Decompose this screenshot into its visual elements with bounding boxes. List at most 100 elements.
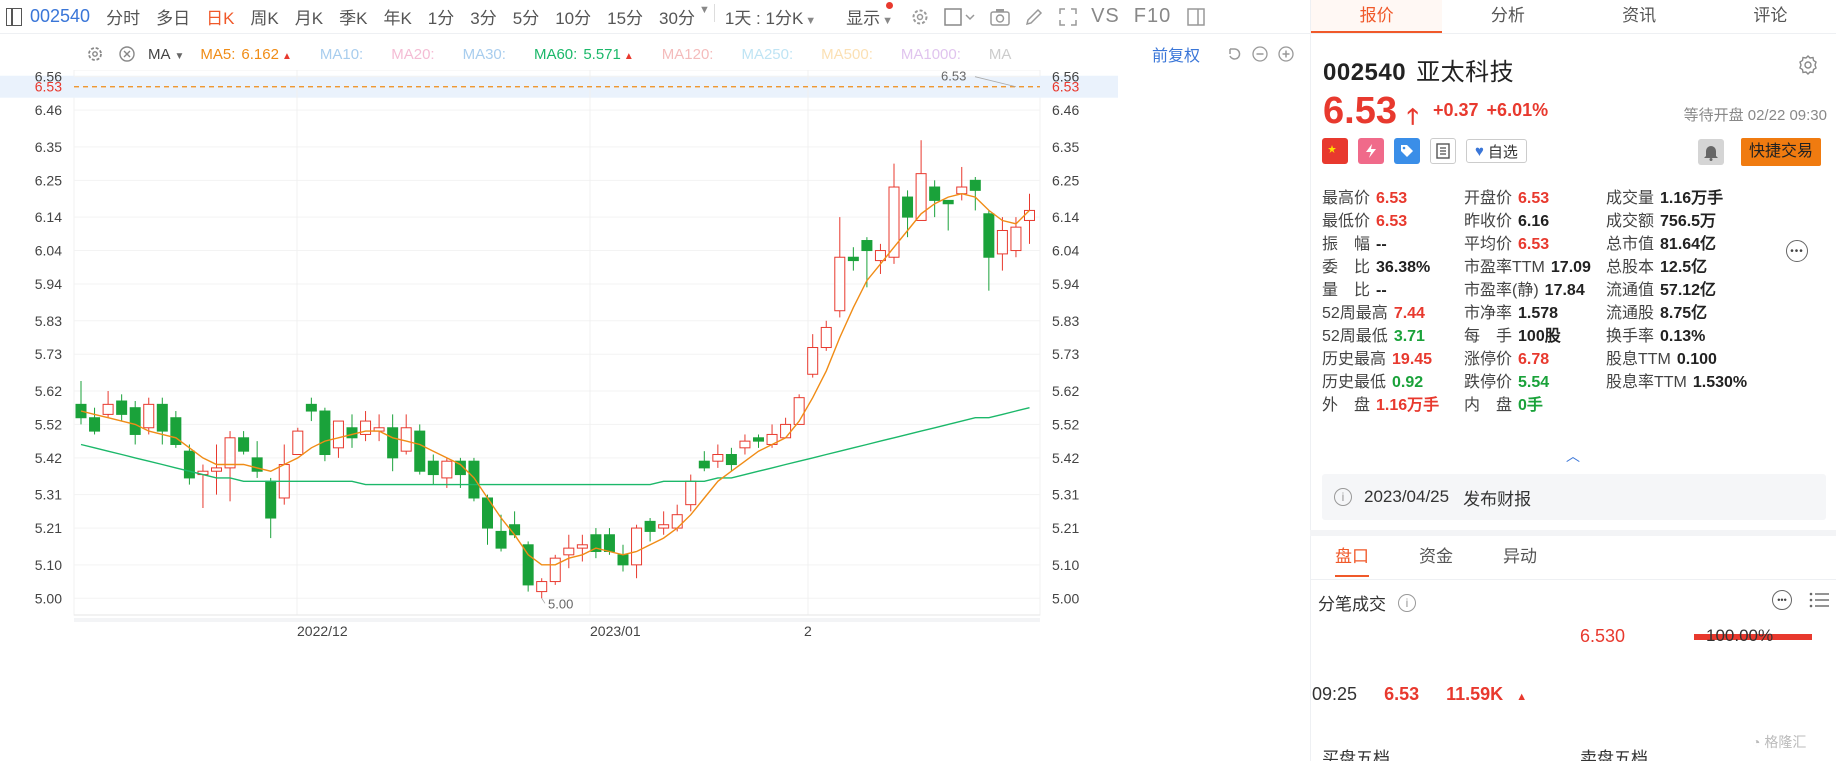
period-tab-1[interactable]: 多日 — [156, 4, 190, 29]
camera-icon[interactable] — [989, 6, 1011, 28]
more-options-icon[interactable]: ••• — [1772, 590, 1792, 610]
stat-value: 57.12亿 — [1660, 282, 1717, 299]
stat-label: 52周最高 — [1322, 305, 1388, 322]
bell-icon[interactable] — [1698, 139, 1724, 165]
ma-item-6[interactable]: MA250: — [741, 46, 793, 63]
ma-item-4[interactable]: MA60: 5.571 ▲ — [534, 46, 634, 63]
stat-item: 市盈率(静) 17.84 — [1464, 276, 1585, 300]
fast-trade-button[interactable]: 快捷交易 — [1741, 138, 1822, 166]
stat-item: 委 比 36.38% — [1322, 253, 1430, 277]
ma-select[interactable]: MA ▼ — [148, 46, 184, 63]
tag-icon[interactable] — [1394, 138, 1420, 164]
candle-body — [671, 514, 683, 529]
ma-item-8[interactable]: MA1000: — [901, 46, 961, 63]
period-tab-10[interactable]: 10分 — [555, 4, 591, 29]
y-tick-label: 5.52 — [35, 416, 62, 432]
collapse-caret-icon[interactable]: ︿ — [1566, 446, 1580, 466]
candle-body — [387, 427, 399, 459]
square-select-icon[interactable] — [943, 6, 977, 28]
more-options-icon[interactable]: ••• — [1786, 240, 1808, 262]
stat-label: 每 手 — [1464, 328, 1513, 345]
earnings-report-notice[interactable]: i 2023/04/25 发布财报 — [1322, 474, 1826, 520]
candle-body — [129, 407, 141, 435]
candle-body — [292, 430, 304, 456]
period-tab-11[interactable]: 15分 — [607, 4, 643, 29]
period-tab-12[interactable]: 30分 — [659, 4, 695, 29]
ma-item-1[interactable]: MA10: — [320, 46, 363, 63]
y-tick-label-right: 5.62 — [1052, 383, 1079, 399]
candle-body — [969, 179, 981, 191]
ma-item-2[interactable]: MA20: — [391, 46, 434, 63]
ma-item-3[interactable]: MA30: — [463, 46, 506, 63]
stock-code-link[interactable]: 002540 — [30, 6, 90, 27]
fullscreen-icon[interactable] — [1057, 6, 1079, 28]
note-icon[interactable] — [1430, 138, 1456, 164]
stat-label: 内 盘 — [1464, 397, 1513, 414]
ma-item-0[interactable]: MA5: 6.162 ▲ — [200, 46, 291, 63]
ma-settings-icon[interactable] — [84, 43, 106, 65]
period-tab-4[interactable]: 月K — [295, 4, 323, 29]
settings-gear-icon[interactable] — [909, 6, 931, 28]
stat-label: 流通值 — [1606, 282, 1655, 299]
gear-icon[interactable] — [1797, 54, 1819, 76]
period-tab-3[interactable]: 周K — [250, 4, 278, 29]
stock-title: 002540 亚太科技 — [1323, 52, 1827, 87]
period-tab-0[interactable]: 分时 — [106, 4, 140, 29]
sidebar-toggle-icon[interactable] — [6, 7, 22, 26]
range-select[interactable]: 1天 : 1分K ▼ — [725, 4, 816, 29]
arrow-up-icon: 🡑 — [1407, 104, 1419, 129]
vs-compare-button[interactable]: VS — [1091, 5, 1120, 28]
period-tab-6[interactable]: 年K — [383, 4, 411, 29]
lightning-icon[interactable] — [1358, 138, 1384, 164]
stat-item: 市盈率TTM 17.09 — [1464, 253, 1591, 277]
stat-value: 1.530% — [1692, 374, 1748, 391]
candle-body — [89, 417, 101, 432]
chevron-down-icon[interactable]: ▼ — [699, 4, 710, 29]
subtab-0[interactable]: 盘口 — [1310, 536, 1394, 579]
tab-2[interactable]: 资讯 — [1574, 0, 1705, 33]
zoom-in-icon[interactable] — [1276, 44, 1296, 64]
buy-five-label: 买盘五档 — [1322, 749, 1390, 761]
f10-button[interactable]: F10 — [1134, 5, 1171, 28]
china-flag-icon[interactable] — [1322, 138, 1348, 164]
ma-select-label: MA — [148, 45, 171, 63]
undo-icon[interactable] — [1224, 44, 1244, 64]
subtab-2[interactable]: 异动 — [1478, 536, 1562, 579]
ma-item-7[interactable]: MA500: — [821, 46, 873, 63]
zoom-out-icon[interactable] — [1250, 44, 1270, 64]
subtab-label: 资金 — [1419, 547, 1453, 566]
chevron-down-icon: ▼ — [805, 15, 817, 27]
panel-toggle-icon[interactable] — [1185, 6, 1207, 28]
add-watchlist-button[interactable]: ♥ 自选 — [1466, 139, 1527, 163]
tab-0[interactable]: 报价 — [1311, 0, 1443, 33]
period-tab-7[interactable]: 1分 — [428, 4, 454, 29]
stat-value: 12.5亿 — [1660, 259, 1708, 276]
ma-close-icon[interactable] — [116, 43, 138, 65]
ma-item-9[interactable]: MA — [989, 46, 1012, 63]
ma-item-5[interactable]: MA120: — [662, 46, 714, 63]
pencil-icon[interactable] — [1023, 6, 1045, 28]
change-amount: +0.37 — [1433, 100, 1479, 120]
y-tick-label: 5.73 — [35, 346, 62, 362]
tab-1[interactable]: 分析 — [1442, 0, 1573, 33]
tick-row-price: 6.53 — [1384, 684, 1420, 704]
y-tick-label-right: 5.00 — [1052, 590, 1079, 606]
period-tab-5[interactable]: 季K — [339, 4, 367, 29]
period-tab-9[interactable]: 5分 — [513, 4, 539, 29]
stat-label: 振 幅 — [1322, 236, 1371, 253]
subtab-1[interactable]: 资金 — [1394, 536, 1478, 579]
stat-item: 总市值 81.64亿 — [1606, 230, 1716, 254]
stat-value: 756.5万 — [1660, 213, 1717, 230]
stat-value: 81.64亿 — [1660, 236, 1717, 253]
tab-3[interactable]: 评论 — [1705, 0, 1836, 33]
y-tick-label: 5.94 — [35, 276, 62, 292]
candle-body — [685, 480, 697, 506]
candle-body — [780, 423, 792, 439]
period-tab-2[interactable]: 日K — [206, 4, 234, 29]
candlestick-chart[interactable]: 6.56 6.566.53 6.536.46 6.466.35 6.356.25 6.25… — [0, 70, 1310, 761]
adjust-mode-button[interactable]: 前复权 — [1152, 42, 1200, 66]
period-tab-8[interactable]: 3分 — [470, 4, 496, 29]
info-icon[interactable]: i — [1398, 593, 1416, 612]
list-icon[interactable] — [1808, 590, 1830, 612]
ma-label: MA120: — [661, 45, 714, 63]
